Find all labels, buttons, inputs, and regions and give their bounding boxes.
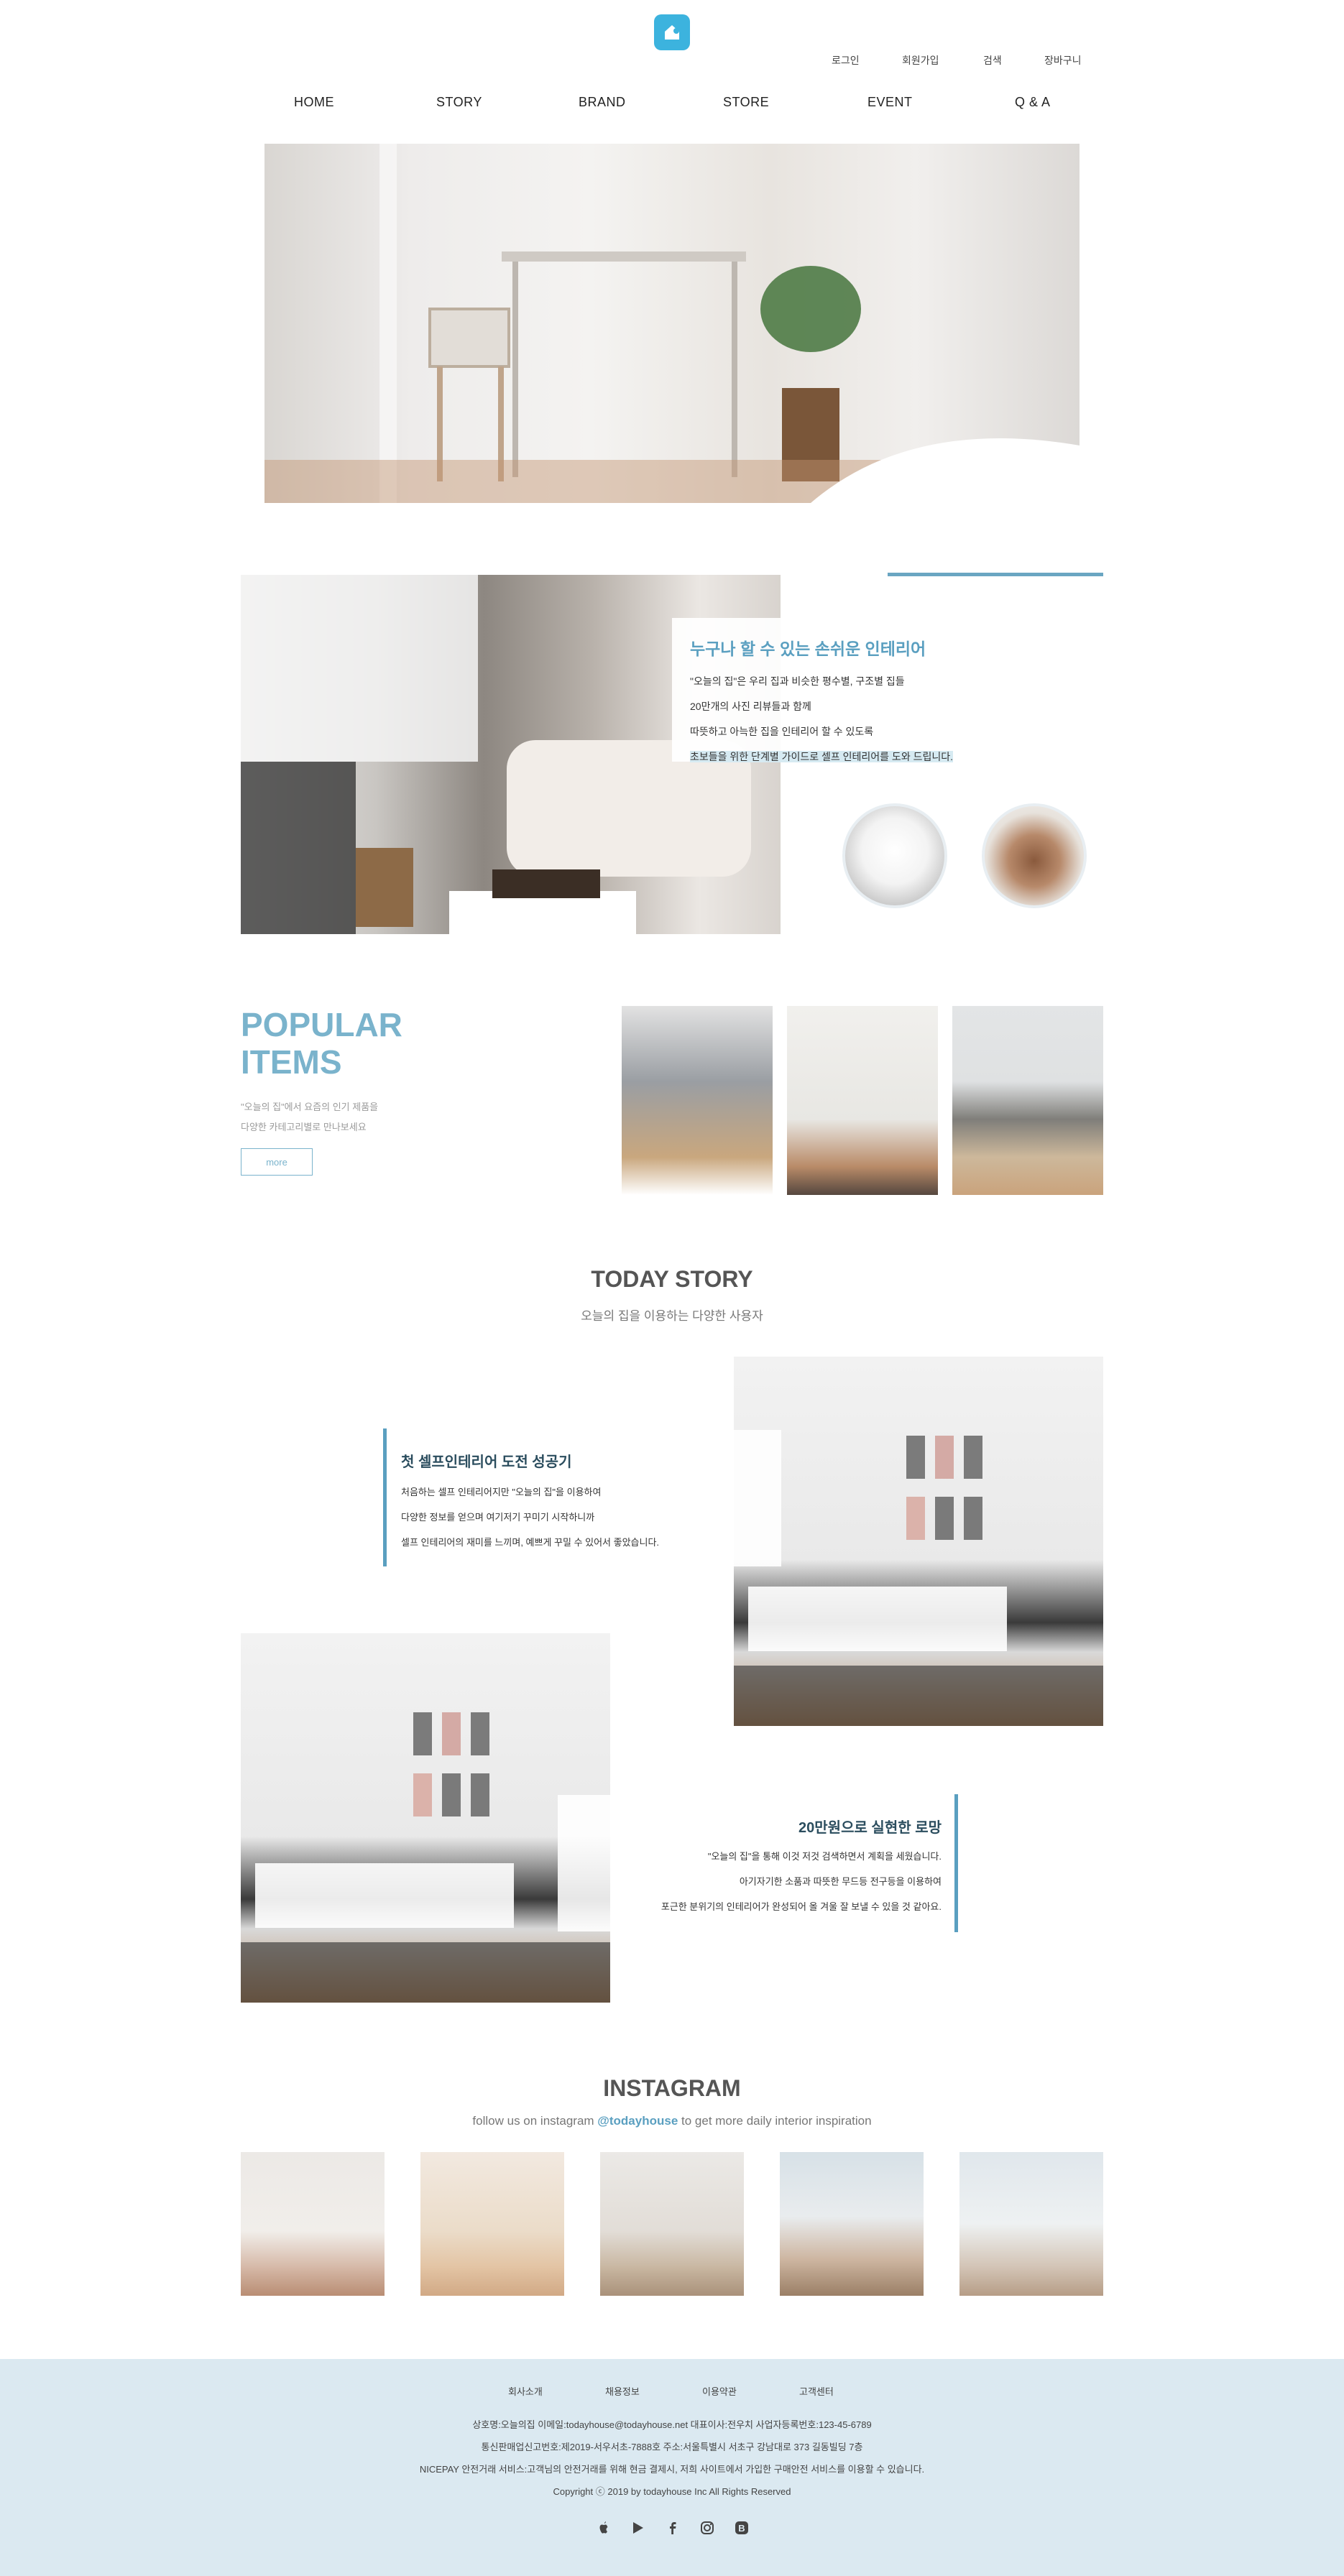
story1-title: 첫 셀프인테리어 도전 성공기 (401, 1454, 572, 1470)
house-logo-icon (665, 25, 679, 40)
instagram-handle-link[interactable]: @todayhouse (597, 2114, 678, 2128)
about-accent-line (888, 573, 1103, 576)
today-story-subtitle: 오늘의 집을 이용하는 다양한 사용자 (581, 1309, 763, 1323)
signup-link[interactable]: 회원가입 (902, 53, 939, 68)
nav-event[interactable]: EVENT (867, 95, 913, 110)
facebook-icon[interactable] (663, 2518, 683, 2538)
story1-accent-bar (383, 1428, 387, 1566)
popular-item-dining-image[interactable] (952, 1006, 1103, 1195)
popular-title-line2: ITEMS (241, 1043, 342, 1081)
cart-link[interactable]: 장바구니 (1044, 53, 1082, 68)
footer-company-info: 상호명:오늘의집 이메일:todayhouse@todayhouse.net 대… (472, 2419, 872, 2430)
footer-nicepay-info: NICEPAY 안전거래 서비스:고객님의 안전거래를 위해 현금 결제시, 저… (419, 2464, 925, 2475)
story1-line: 다양한 정보를 얻으며 여기저기 꾸미기 시작하니까 (401, 1512, 595, 1523)
story1-bedroom-image (734, 1357, 1103, 1726)
bedroom-illustration (734, 1436, 1103, 1726)
circle-image-living (842, 803, 947, 908)
footer-copyright: Copyright ⓒ 2019 by todayhouse Inc All R… (553, 2486, 791, 2497)
about-title: 누구나 할 수 있는 손쉬운 인테리어 (690, 640, 926, 658)
nav-store[interactable]: STORE (723, 95, 769, 110)
popular-desc-line2: 다양한 카테고리별로 만나보세요 (241, 1122, 367, 1132)
story2-accent-bar (954, 1794, 958, 1932)
popular-item-chair-image[interactable] (787, 1006, 938, 1195)
story2-bedroom-image (241, 1633, 610, 2003)
instagram-subtitle: follow us on instagram @todayhouse to ge… (0, 2114, 1344, 2128)
about-highlight-text: 초보들을 위한 단계별 가이드로 셀프 인테리어를 도와 드립니다. (690, 751, 953, 762)
nav-brand[interactable]: BRAND (579, 95, 626, 110)
instagram-post-image[interactable] (420, 2152, 564, 2296)
search-link[interactable]: 검색 (983, 53, 1002, 68)
instagram-post-image[interactable] (600, 2152, 744, 2296)
popular-desc-line1: "오늘의 집"에서 요즘의 인기 제품을 (241, 1102, 379, 1112)
nav-home[interactable]: HOME (294, 95, 334, 110)
instagram-post-image[interactable] (780, 2152, 924, 2296)
instagram-title: INSTAGRAM (603, 2075, 741, 2101)
instagram-post-image[interactable] (959, 2152, 1103, 2296)
more-button[interactable]: more (241, 1148, 313, 1176)
brand-logo[interactable] (654, 14, 690, 50)
circle-image-dresser (982, 803, 1087, 908)
story2-image-overlay (558, 1795, 610, 1931)
instagram-sub-after: to get more daily interior inspiration (678, 2114, 872, 2128)
popular-title: POPULAR ITEMS (241, 1006, 456, 1081)
story2-line: 포근한 분위기의 인테리어가 완성되어 올 겨울 잘 보낼 수 있을 것 같아요… (661, 1901, 942, 1912)
popular-title-line1: POPULAR (241, 1006, 402, 1043)
story2-title: 20만원으로 실현한 로망 (798, 1820, 942, 1836)
instagram-icon[interactable] (697, 2518, 717, 2538)
nav-story[interactable]: STORY (436, 95, 482, 110)
story1-line: 처음하는 셀프 인테리어지만 "오늘의 집"을 이용하여 (401, 1487, 602, 1497)
play-store-icon[interactable] (628, 2518, 648, 2538)
about-line-highlight: 초보들을 위한 단계별 가이드로 셀프 인테리어를 도와 드립니다. (690, 749, 953, 764)
about-line: "오늘의 집"은 우리 집과 비슷한 평수별, 구조별 집들 (690, 675, 905, 687)
footer-link-terms[interactable]: 이용약관 (702, 2384, 737, 2398)
apple-icon[interactable] (594, 2518, 614, 2538)
footer-link-company[interactable]: 회사소개 (508, 2384, 543, 2398)
nav-qna[interactable]: Q & A (1015, 95, 1051, 110)
hero-illustration (264, 144, 1080, 503)
instagram-post-image[interactable] (241, 2152, 385, 2296)
svg-text:B: B (738, 2523, 745, 2534)
story1-line: 셀프 인테리어의 재미를 느끼며, 예쁘게 꾸밀 수 있어서 좋았습니다. (401, 1537, 660, 1548)
instagram-sub-before: follow us on instagram (472, 2114, 598, 2128)
today-story-title: TODAY STORY (591, 1266, 753, 1292)
footer-address-info: 통신판매업신고번호:제2019-서우서초-7888호 주소:서울특별시 서초구 … (481, 2442, 863, 2452)
about-line: 따뜻하고 아늑한 집을 인테리어 할 수 있도록 (690, 726, 874, 737)
about-line: 20만개의 사진 리뷰들과 함께 (690, 701, 811, 712)
hero-image (264, 144, 1080, 503)
footer-link-support[interactable]: 고객센터 (799, 2384, 834, 2398)
story1-image-overlay (734, 1430, 781, 1566)
blog-icon[interactable]: B (732, 2518, 752, 2538)
popular-item-sofa-image[interactable] (622, 1006, 773, 1195)
bedroom-illustration (241, 1712, 610, 2003)
footer-link-careers[interactable]: 채용정보 (605, 2384, 640, 2398)
login-link[interactable]: 로그인 (832, 53, 860, 68)
story2-line: 아기자기한 소품과 따뜻한 무드등 전구등을 이용하여 (739, 1876, 942, 1887)
story2-line: "오늘의 집"을 통해 이것 저것 검색하면서 계획을 세웠습니다. (707, 1851, 942, 1862)
